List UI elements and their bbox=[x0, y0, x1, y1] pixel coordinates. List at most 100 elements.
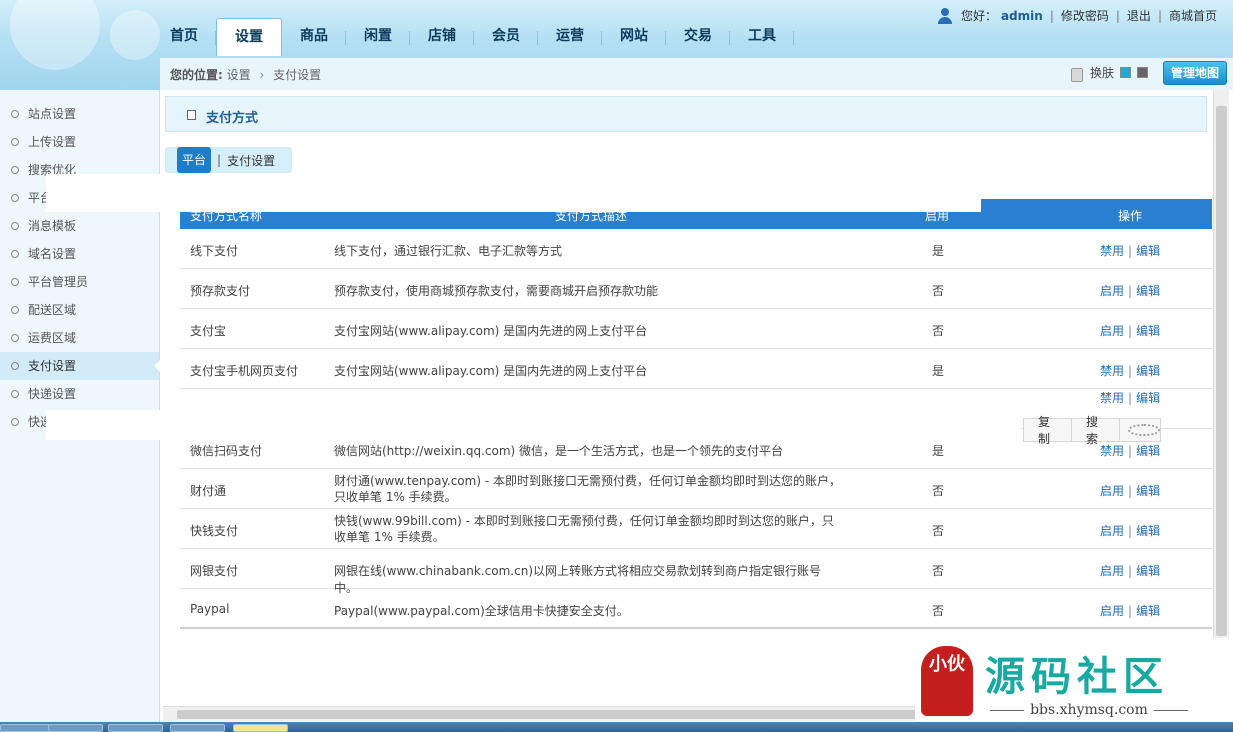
table-row: 支付宝手机网页支付 支付宝网站(www.alipay.com) 是国内先进的网上… bbox=[180, 349, 1212, 389]
sidebar-item-admins[interactable]: 平台管理员 bbox=[0, 268, 159, 296]
toggle-link[interactable]: 禁用 bbox=[1100, 364, 1124, 378]
row-actions: 启用 | 编辑 bbox=[1100, 284, 1161, 298]
toggle-link[interactable]: 启用 bbox=[1100, 324, 1124, 338]
logout-link[interactable]: 退出 bbox=[1127, 7, 1151, 24]
edit-link[interactable]: 编辑 bbox=[1136, 444, 1160, 458]
watermark-seal: 小伙 bbox=[921, 646, 973, 716]
nav-tab-settings[interactable]: 设置 bbox=[216, 18, 282, 56]
tab-payment-settings[interactable]: 支付设置 bbox=[227, 152, 275, 169]
breadcrumb-settings[interactable]: 设置 bbox=[227, 68, 251, 82]
gear-icon[interactable] bbox=[1128, 424, 1160, 436]
toggle-link[interactable]: 启用 bbox=[1100, 284, 1124, 298]
panel-title: 支付方式 bbox=[206, 111, 259, 126]
table-row: 预存款支付 预存款支付，使用商城预存款支付，需要商城开启预存款功能 否 启用 | 编… bbox=[180, 269, 1212, 309]
payment-name: 网银支付 bbox=[190, 564, 239, 578]
payment-desc: 支付宝网站(www.alipay.com) 是国内先进的网上支付平台 bbox=[334, 324, 648, 338]
sidebar-item-site[interactable]: 站点设置 bbox=[0, 100, 159, 128]
edit-link[interactable]: 编辑 bbox=[1136, 391, 1160, 405]
tab-divider: | bbox=[217, 153, 222, 167]
header-decoration bbox=[10, 0, 100, 70]
edit-link[interactable]: 编辑 bbox=[1136, 324, 1160, 338]
skin-switcher: 换肤 bbox=[1068, 64, 1148, 82]
skin-label[interactable]: 换肤 bbox=[1090, 64, 1114, 81]
taskbar-button[interactable] bbox=[233, 724, 288, 732]
sidebar-item-upload[interactable]: 上传设置 bbox=[0, 128, 159, 156]
sidebar-item-express[interactable]: 快递设置 bbox=[0, 380, 159, 408]
taskbar-button[interactable] bbox=[48, 724, 103, 732]
greeting: 您好： bbox=[960, 9, 997, 23]
payment-enabled: 是 bbox=[932, 444, 945, 458]
taskbar-button[interactable] bbox=[170, 724, 225, 732]
scrollbar-thumb[interactable] bbox=[177, 710, 1017, 719]
toggle-link[interactable]: 启用 bbox=[1100, 484, 1124, 498]
admin-map-button[interactable]: 管理地图 bbox=[1162, 61, 1227, 85]
edit-link[interactable]: 编辑 bbox=[1136, 564, 1160, 578]
sub-tabs: 平台 | 支付设置 bbox=[165, 147, 292, 173]
payment-name: 线下支付 bbox=[190, 244, 239, 258]
row-actions: 禁用 | 编辑 bbox=[1100, 364, 1161, 378]
skin-swatch-blue[interactable] bbox=[1120, 67, 1131, 78]
nav-tab-tools[interactable]: 工具 bbox=[730, 18, 794, 56]
row-actions: 禁用 | 编辑 bbox=[1100, 244, 1161, 258]
white-overlay bbox=[46, 174, 981, 212]
payment-enabled: 是 bbox=[932, 244, 945, 258]
edit-link[interactable]: 编辑 bbox=[1136, 524, 1160, 538]
breadcrumb-label: 您的位置: bbox=[170, 68, 223, 82]
payment-name: 预存款支付 bbox=[190, 284, 251, 298]
white-overlay bbox=[46, 410, 1021, 440]
toggle-link[interactable]: 禁用 bbox=[1100, 391, 1124, 405]
table-row: 快钱支付 快钱(www.99bill.com) - 本即时到账接口无需预付费，任… bbox=[180, 509, 1212, 549]
nav-tab-trade[interactable]: 交易 bbox=[666, 18, 730, 56]
payment-enabled: 否 bbox=[932, 524, 945, 538]
payment-enabled: 是 bbox=[932, 364, 945, 378]
sidebar-item-freight-area[interactable]: 运费区域 bbox=[0, 324, 159, 352]
os-taskbar bbox=[0, 722, 1233, 732]
breadcrumb: 您的位置: 设置 › 支付设置 bbox=[170, 66, 321, 83]
nav-tab-home[interactable]: 首页 bbox=[152, 18, 216, 56]
scrollbar-thumb[interactable] bbox=[1216, 106, 1227, 636]
payment-name: 财付通 bbox=[190, 484, 227, 498]
col-header-actions: 操作 bbox=[1118, 209, 1143, 223]
edit-link[interactable]: 编辑 bbox=[1136, 284, 1160, 298]
toggle-link[interactable]: 禁用 bbox=[1100, 244, 1124, 258]
payment-desc: 线下支付，通过银行汇款、电子汇款等方式 bbox=[334, 244, 563, 258]
selection-toolbar: 复制 搜索 bbox=[1023, 415, 1161, 446]
nav-tab-idle[interactable]: 闲置 bbox=[346, 18, 410, 56]
edit-link[interactable]: 编辑 bbox=[1136, 604, 1160, 618]
payment-enabled: 否 bbox=[932, 604, 945, 618]
payment-desc: Paypal(www.paypal.com)全球信用卡快捷安全支付。 bbox=[334, 604, 629, 618]
copy-button[interactable]: 复制 bbox=[1024, 413, 1071, 447]
toggle-link[interactable]: 启用 bbox=[1100, 524, 1124, 538]
edit-link[interactable]: 编辑 bbox=[1136, 244, 1160, 258]
toggle-link[interactable]: 启用 bbox=[1100, 604, 1124, 618]
vertical-scrollbar[interactable] bbox=[1213, 90, 1229, 722]
taskbar-button[interactable] bbox=[108, 724, 163, 732]
toggle-link[interactable]: 启用 bbox=[1100, 564, 1124, 578]
edit-link[interactable]: 编辑 bbox=[1136, 484, 1160, 498]
row-actions: 启用 | 编辑 bbox=[1100, 324, 1161, 338]
skin-swatch-gray[interactable] bbox=[1137, 67, 1148, 78]
taskbar-button[interactable] bbox=[0, 724, 55, 732]
nav-tab-operation[interactable]: 运营 bbox=[538, 18, 602, 56]
change-password-link[interactable]: 修改密码 bbox=[1061, 7, 1109, 24]
nav-tab-store[interactable]: 店铺 bbox=[410, 18, 474, 56]
payment-enabled: 否 bbox=[932, 324, 945, 338]
mall-home-link[interactable]: 商城首页 bbox=[1169, 7, 1217, 24]
tab-platform[interactable]: 平台 bbox=[177, 147, 212, 173]
payment-name: 支付宝 bbox=[190, 324, 227, 338]
payment-enabled: 否 bbox=[932, 284, 945, 298]
payment-name: 支付宝手机网页支付 bbox=[190, 364, 299, 378]
row-actions: 启用 | 编辑 bbox=[1100, 604, 1161, 618]
sidebar-item-delivery-area[interactable]: 配送区域 bbox=[0, 296, 159, 324]
payment-desc: 支付宝网站(www.alipay.com) 是国内先进的网上支付平台 bbox=[334, 364, 648, 378]
sidebar-item-message-template[interactable]: 消息模板 bbox=[0, 212, 159, 240]
search-button[interactable]: 搜索 bbox=[1072, 413, 1119, 447]
main-nav: 首页 设置 商品 闲置 店铺 会员 运营 网站 交易 工具 bbox=[152, 18, 794, 56]
nav-tab-goods[interactable]: 商品 bbox=[282, 18, 346, 56]
sidebar-item-payment[interactable]: 支付设置 bbox=[0, 352, 160, 380]
sidebar-item-domain[interactable]: 域名设置 bbox=[0, 240, 159, 268]
edit-link[interactable]: 编辑 bbox=[1136, 364, 1160, 378]
table-row: 线下支付 线下支付，通过银行汇款、电子汇款等方式 是 禁用 | 编辑 bbox=[180, 229, 1212, 269]
nav-tab-website[interactable]: 网站 bbox=[602, 18, 666, 56]
nav-tab-member[interactable]: 会员 bbox=[474, 18, 538, 56]
